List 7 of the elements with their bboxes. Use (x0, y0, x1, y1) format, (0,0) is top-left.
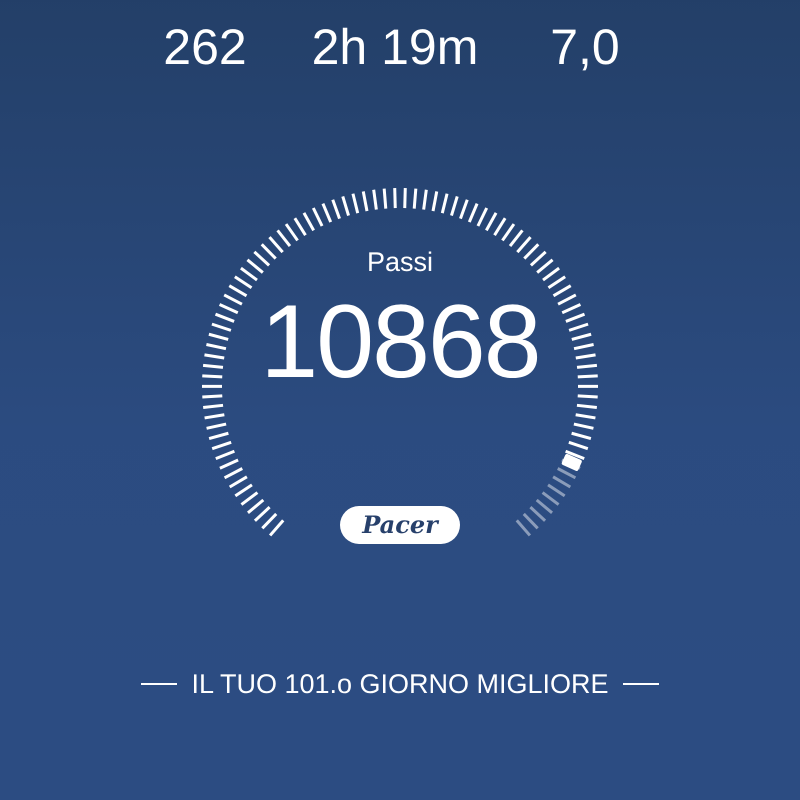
steps-label: Passi (366, 246, 434, 278)
rank-text: IL TUO 101.o GIORNO MIGLIORE (191, 668, 609, 700)
stat-value: 262 (162, 18, 248, 77)
stat-value: 2h 19m (310, 18, 480, 77)
steps-count: 10868 (260, 286, 540, 398)
stat-value: 7,0 (549, 18, 621, 77)
brand-logo: Pacer (340, 506, 460, 544)
